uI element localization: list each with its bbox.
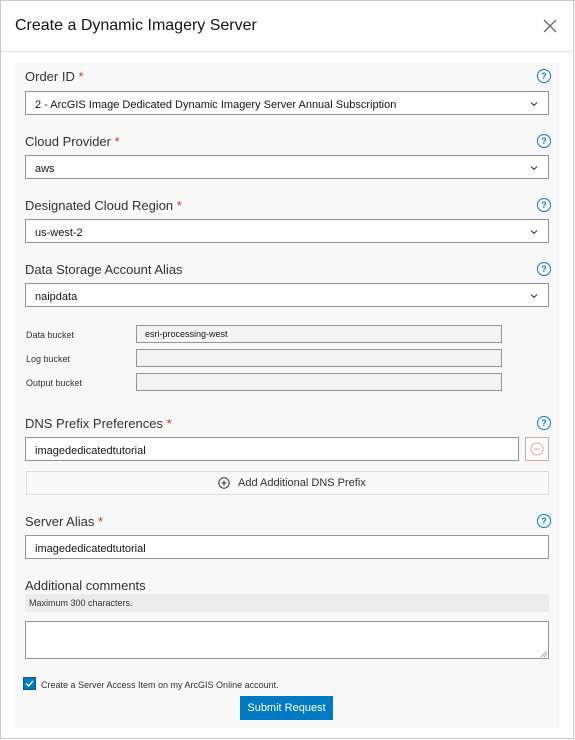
chevron-down-icon: [530, 166, 538, 171]
order-id-help-icon[interactable]: ?: [537, 69, 551, 83]
cloud-provider-label: Cloud Provider *: [25, 134, 120, 149]
order-id-select[interactable]: 2 - ArcGIS Image Dedicated Dynamic Image…: [25, 91, 549, 115]
chevron-down-icon: [530, 102, 538, 107]
storage-alias-help-icon[interactable]: ?: [537, 262, 551, 276]
cloud-provider-value: aws: [35, 163, 55, 175]
comments-label: Additional comments: [25, 578, 146, 593]
comments-hint-text: Maximum 300 characters.: [29, 598, 133, 608]
cloud-provider-select[interactable]: aws: [25, 155, 549, 179]
dns-prefix-help-icon[interactable]: ?: [537, 416, 551, 430]
add-dns-prefix-button[interactable]: Add Additional DNS Prefix: [26, 471, 549, 495]
dns-prefix-input[interactable]: imagededicatedtutorial: [25, 437, 519, 461]
submit-request-button[interactable]: Submit Request: [240, 696, 333, 720]
remove-dns-prefix-button[interactable]: [525, 437, 549, 461]
server-alias-value: imagededicatedtutorial: [35, 543, 146, 555]
close-icon: [543, 19, 557, 33]
resize-grip-icon[interactable]: [541, 651, 547, 657]
storage-alias-select[interactable]: naipdata: [25, 283, 549, 307]
cloud-region-help-icon[interactable]: ?: [537, 198, 551, 212]
dns-prefix-value: imagededicatedtutorial: [35, 445, 146, 457]
cloud-region-select[interactable]: us-west-2: [25, 219, 549, 243]
dialog-title: Create a Dynamic Imagery Server: [15, 17, 257, 34]
cloud-region-value: us-west-2: [35, 227, 83, 239]
storage-alias-label: Data Storage Account Alias: [25, 262, 183, 277]
chevron-down-icon: [530, 230, 538, 235]
server-alias-help-icon[interactable]: ?: [537, 514, 551, 528]
access-item-checkbox[interactable]: [23, 677, 36, 690]
log-bucket-label: Log bucket: [26, 354, 71, 364]
comments-hint: Maximum 300 characters.: [25, 594, 549, 612]
order-id-value: 2 - ArcGIS Image Dedicated Dynamic Image…: [35, 99, 397, 111]
data-bucket-value: esri-processing-west: [145, 329, 228, 339]
cloud-provider-help-icon[interactable]: ?: [537, 134, 551, 148]
dialog-header: Create a Dynamic Imagery Server: [1, 1, 574, 52]
server-alias-label: Server Alias *: [25, 514, 104, 529]
storage-alias-value: naipdata: [35, 291, 78, 303]
order-id-label: Order ID *: [25, 69, 84, 84]
output-bucket-field: [136, 373, 502, 391]
access-item-label: Create a Server Access Item on my ArcGIS…: [41, 680, 279, 690]
log-bucket-field: [136, 349, 502, 367]
add-dns-prefix-label: Add Additional DNS Prefix: [238, 477, 366, 489]
server-alias-input[interactable]: imagededicatedtutorial: [25, 535, 549, 559]
chevron-down-icon: [530, 294, 538, 299]
data-bucket-field: esri-processing-west: [136, 325, 502, 343]
plus-circle-icon: [218, 477, 230, 489]
cloud-region-label: Designated Cloud Region *: [25, 198, 182, 213]
data-bucket-label: Data bucket: [26, 330, 75, 340]
checkmark-icon: [25, 680, 34, 688]
comments-textarea[interactable]: [25, 621, 549, 659]
close-button[interactable]: [539, 15, 561, 37]
dns-prefix-label: DNS Prefix Preferences *: [25, 416, 172, 431]
minus-circle-icon: [530, 442, 544, 456]
output-bucket-label: Output bucket: [26, 378, 83, 388]
